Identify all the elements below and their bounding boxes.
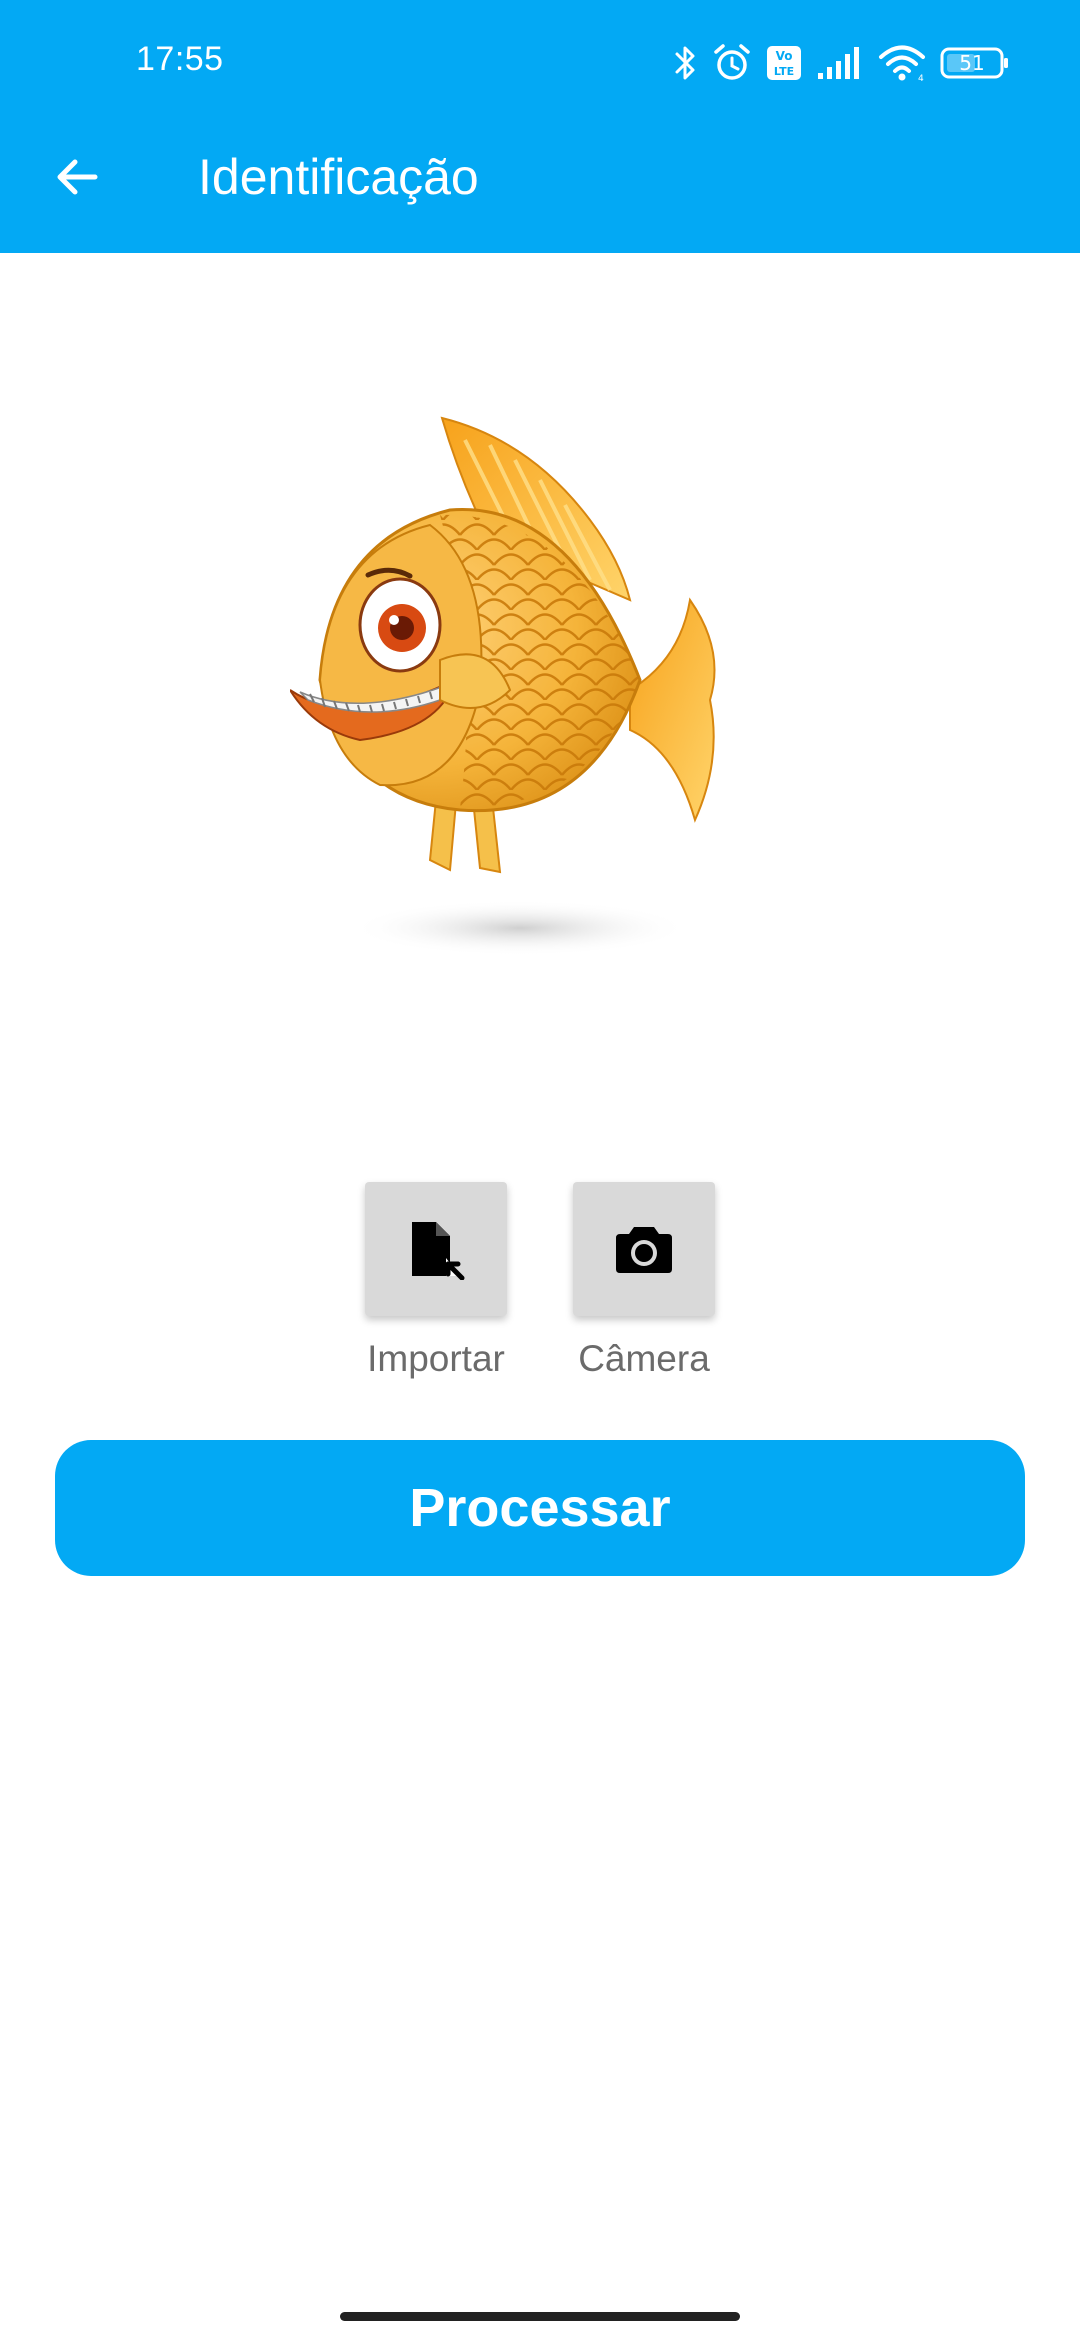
status-icons: Vo LTE 4 51 [674, 38, 1010, 88]
bluetooth-icon [674, 43, 698, 83]
status-time: 17:55 [136, 40, 224, 78]
battery-icon: 51 [940, 46, 1010, 80]
camera-action: Câmera [554, 1182, 734, 1380]
import-label: Importar [367, 1338, 505, 1379]
fish-illustration [290, 416, 716, 956]
signal-icon [816, 45, 864, 81]
svg-text:LTE: LTE [774, 65, 794, 78]
page-title: Identificação [198, 149, 479, 205]
import-action: Importar [346, 1182, 526, 1380]
process-button[interactable]: Processar [55, 1440, 1025, 1576]
volte-icon: Vo LTE [766, 45, 802, 81]
screen: 17:55 Vo LTE 4 51 Identificação Importar… [0, 0, 1080, 2340]
svg-text:4: 4 [918, 74, 924, 82]
camera-icon [616, 1227, 672, 1273]
camera-button[interactable] [573, 1182, 715, 1316]
wifi-icon: 4 [878, 44, 926, 82]
svg-text:Vo: Vo [776, 49, 793, 63]
arrow-left-icon [57, 159, 98, 195]
battery-level: 51 [959, 51, 985, 75]
home-indicator[interactable] [340, 2312, 740, 2321]
file-import-icon [412, 1222, 465, 1280]
camera-label: Câmera [578, 1338, 710, 1379]
alarm-icon [712, 43, 752, 83]
import-button[interactable] [365, 1182, 507, 1316]
back-button[interactable] [40, 140, 114, 214]
app-header: 17:55 Vo LTE 4 51 Identificação [0, 0, 1080, 253]
